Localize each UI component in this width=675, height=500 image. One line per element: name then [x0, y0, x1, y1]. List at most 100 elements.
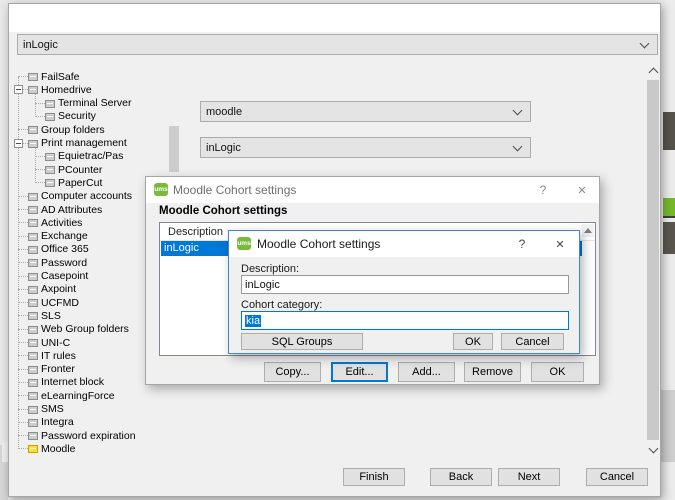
tree-item-icon [28, 140, 38, 148]
remove-button[interactable]: Remove [464, 362, 521, 382]
tree-item-icon [45, 113, 55, 121]
tree-item-it-rules[interactable]: IT rules [0, 349, 168, 362]
add-button[interactable]: Add... [398, 362, 455, 382]
tree-item-group-folders[interactable]: Group folders [0, 123, 168, 136]
tree-item-password[interactable]: Password [0, 256, 168, 269]
tree-item-fronter[interactable]: Fronter [0, 363, 168, 376]
tree-item-label: PaperCut [58, 177, 102, 190]
tree-item-axpoint[interactable]: Axpoint [0, 283, 168, 296]
expand-toggle-icon[interactable] [14, 85, 23, 94]
tree-item-elearningforce[interactable]: eLearningForce [0, 389, 168, 402]
template-select-value: inLogic [23, 39, 58, 51]
tree-item-ucfmd[interactable]: UCFMD [0, 296, 168, 309]
tree-connector [18, 222, 28, 223]
tree-item-label: Equietrac/Pas [58, 150, 123, 163]
cancel-button[interactable]: Cancel [586, 468, 648, 486]
close-icon[interactable]: ✕ [571, 181, 593, 199]
tree-connector [35, 169, 45, 170]
next-button[interactable]: Next [498, 468, 560, 486]
chevron-down-icon [513, 141, 523, 151]
finish-button[interactable]: Finish [343, 468, 405, 486]
tree-item-ad-attributes[interactable]: AD Attributes [0, 203, 168, 216]
tree-item-security[interactable]: Security [0, 110, 168, 123]
tree-item-office-365[interactable]: Office 365 [0, 243, 168, 256]
tree-item-icon [28, 392, 38, 400]
main-scroll-down[interactable] [647, 442, 659, 454]
tree-connector [18, 302, 28, 303]
panel-scrollbar-thumb[interactable] [169, 126, 179, 172]
tree-connector [18, 435, 28, 436]
template-select[interactable]: inLogic [17, 34, 658, 55]
tree-connector [18, 249, 28, 250]
tree-item-password-expiration[interactable]: Password expiration [0, 429, 168, 442]
tree-item-exchange[interactable]: Exchange [0, 230, 168, 243]
tree-item-print-management[interactable]: Print management [0, 137, 168, 150]
tree-item-integra[interactable]: Integra [0, 416, 168, 429]
chevron-down-icon [513, 105, 523, 115]
tree-item-icon [45, 179, 55, 187]
tree-item-uni-c[interactable]: UNI-C [0, 336, 168, 349]
tree-item-label: Security [58, 110, 96, 123]
tree-connector [18, 342, 28, 343]
tree-connector [35, 156, 45, 157]
tree-item-computer-accounts[interactable]: Computer accounts [0, 190, 168, 203]
tree-item-web-group-folders[interactable]: Web Group folders [0, 323, 168, 336]
ums-app-icon: ums [154, 183, 168, 196]
tree-item-label: UNI-C [41, 337, 70, 350]
cohort-dialog-heading: Moodle Cohort settings [159, 205, 287, 217]
setting-select[interactable]: moodle [200, 101, 531, 122]
tree-item-sls[interactable]: SLS [0, 309, 168, 322]
tree-item-icon [28, 246, 38, 254]
tree-item-label: Exchange [41, 230, 88, 243]
main-scrollbar-thumb[interactable] [647, 80, 659, 440]
tree-item-icon [28, 379, 38, 387]
tree-item-label: Homedrive [41, 84, 92, 97]
cancel-button[interactable]: Cancel [501, 333, 564, 350]
tree-item-icon [28, 73, 38, 81]
setting-select-value: moodle [206, 106, 242, 118]
tree-connector [18, 409, 28, 410]
tree-item-icon [45, 166, 55, 174]
desktop: { "colors": { "selection_blue": "#0078d7… [0, 0, 675, 500]
back-button[interactable]: Back [430, 468, 492, 486]
tree-item-label: Terminal Server [58, 97, 132, 110]
list-scroll-up[interactable] [582, 224, 594, 237]
tree-item-papercut[interactable]: PaperCut [0, 176, 168, 189]
ok-button[interactable]: OK [453, 333, 493, 350]
tree-item-homedrive[interactable]: Homedrive [0, 83, 168, 96]
tree-item-sms[interactable]: SMS [0, 403, 168, 416]
tree-connector [35, 116, 45, 117]
help-button[interactable]: ? [532, 181, 554, 199]
tree-connector [18, 236, 28, 237]
tree-item-icon [28, 233, 38, 241]
tree-item-label: Password [41, 257, 87, 270]
cohort-select[interactable]: inLogic [200, 137, 531, 158]
background-window-gray-block [661, 390, 675, 462]
expand-toggle-icon[interactable] [14, 139, 23, 148]
tree-connector [35, 103, 45, 104]
cohort-dialog-title: Moodle Cohort settings [173, 183, 296, 197]
tree-item-failsafe[interactable]: FailSafe [0, 70, 168, 83]
copy-button[interactable]: Copy... [264, 362, 321, 382]
edit-button[interactable]: Edit... [331, 362, 388, 382]
cohort-category-field[interactable]: kia [241, 311, 569, 330]
help-button[interactable]: ? [511, 235, 533, 253]
main-scroll-up[interactable] [647, 66, 659, 78]
tree-item-internet-block[interactable]: Internet block [0, 376, 168, 389]
tree-item-icon [28, 86, 38, 94]
tree-connector [18, 355, 28, 356]
sql-groups-button[interactable]: SQL Groups [241, 333, 363, 350]
tree-item-pcounter[interactable]: PCounter [0, 163, 168, 176]
close-icon[interactable]: ✕ [549, 235, 571, 253]
tree-item-moodle[interactable]: Moodle [0, 442, 168, 455]
description-field[interactable]: inLogic [241, 275, 569, 294]
tree-item-casepoint[interactable]: Casepoint [0, 270, 168, 283]
tree-item-label: UCFMD [41, 297, 79, 310]
tree-item-terminal-server[interactable]: Terminal Server [0, 97, 168, 110]
description-field-value: inLogic [245, 279, 280, 291]
tree-item-equietrac-pas[interactable]: Equietrac/Pas [0, 150, 168, 163]
tree-item-activities[interactable]: Activities [0, 216, 168, 229]
tree-item-label: Computer accounts [41, 190, 132, 203]
ok-button[interactable]: OK [531, 362, 584, 382]
chevron-down-icon [648, 443, 658, 453]
